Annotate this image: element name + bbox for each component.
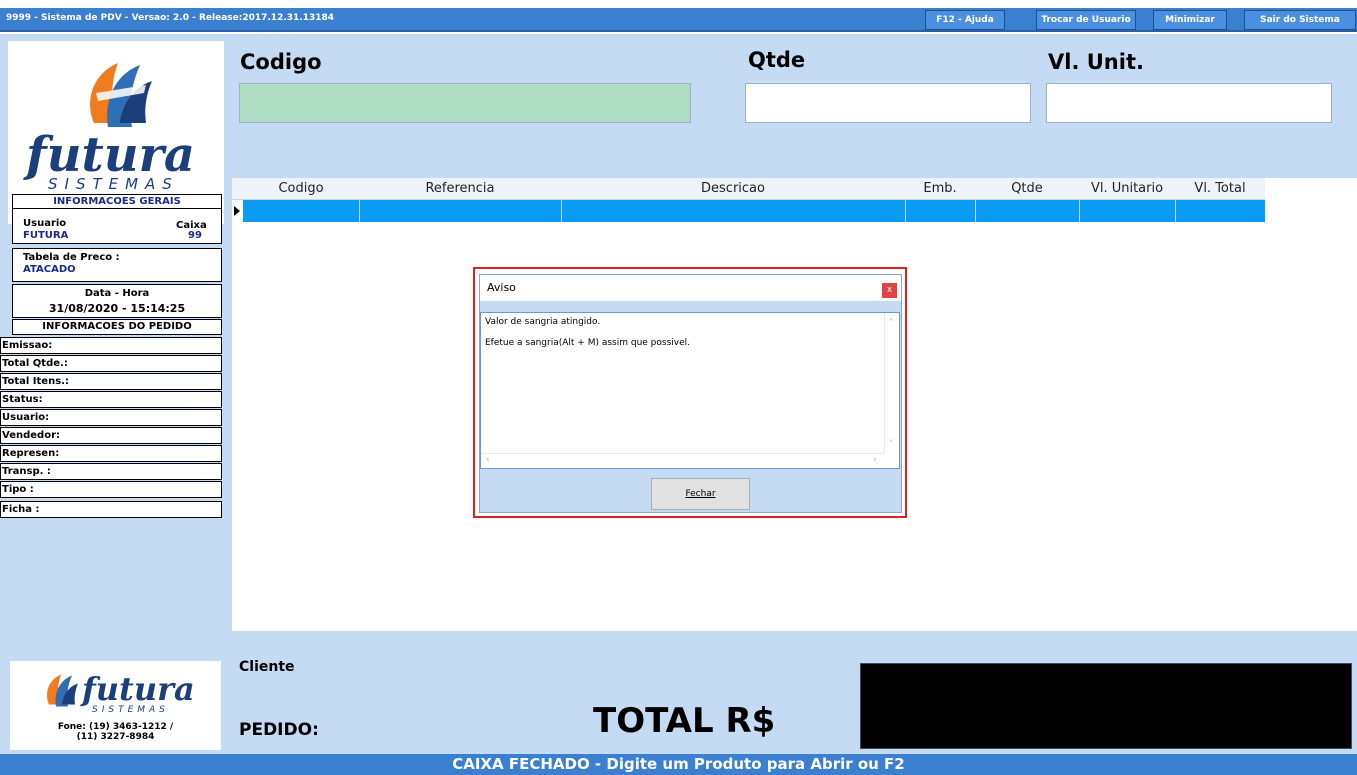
vl-unit-input[interactable] — [1046, 83, 1332, 123]
scroll-down-icon[interactable]: ˅ — [889, 439, 893, 448]
col-descricao[interactable]: Descricao — [561, 178, 905, 200]
qtde-input[interactable] — [745, 83, 1031, 123]
datetime-box: Data - Hora 31/08/2020 - 15:14:25 — [12, 284, 222, 318]
total-itens-row: Total Itens.: — [0, 373, 222, 390]
dialog-title: Aviso — [480, 275, 901, 301]
col-vl-unitario[interactable]: Vl. Unitario — [1079, 178, 1175, 200]
small-logo-brand: futura — [82, 670, 195, 708]
logo-sub: SISTEMAS — [48, 175, 179, 193]
price-table-value: ATACADO — [23, 264, 76, 275]
pedido-label: PEDIDO: — [239, 720, 319, 740]
general-info-box: INFORMACOES GERAIS Usuario FUTURA Caixa … — [12, 194, 222, 244]
usuario-row: Usuario: — [0, 409, 222, 426]
price-table-box: Tabela de Preco : ATACADO — [12, 248, 222, 282]
close-icon[interactable]: x — [882, 283, 897, 298]
window-title: 9999 - Sistema de PDV - Versao: 2.0 - Re… — [6, 13, 335, 23]
futura-logo-icon — [90, 63, 152, 127]
dialog-message-box: Valor de sangria atingido. Efetue a sang… — [480, 312, 900, 469]
product-entry-header: Codigo Qtde Vl. Unit. — [232, 34, 1357, 178]
switch-user-button[interactable]: Trocar de Usuario — [1036, 10, 1136, 30]
codigo-label: Codigo — [240, 50, 322, 74]
represen-row: Represen: — [0, 445, 222, 462]
col-referencia[interactable]: Referencia — [359, 178, 561, 200]
ficha-row: Ficha : — [0, 501, 222, 518]
cliente-label: Cliente — [239, 659, 295, 675]
horizontal-scrollbar[interactable]: ‹ › — [481, 453, 884, 468]
qtde-label: Qtde — [748, 48, 806, 72]
order-info-title: INFORMACOES DO PEDIDO — [42, 321, 192, 332]
col-codigo[interactable]: Codigo — [243, 178, 359, 200]
datetime-value: 31/08/2020 - 15:14:25 — [48, 302, 186, 315]
total-qtde-row: Total Qtde.: — [0, 355, 222, 372]
left-panel: futura SISTEMAS INFORMACOES GERAIS Usuar… — [0, 34, 232, 754]
tipo-row: Tipo : — [0, 481, 222, 498]
transp-row: Transp. : — [0, 463, 222, 480]
total-display — [860, 663, 1352, 749]
datetime-label: Data - Hora — [84, 288, 150, 299]
close-button[interactable]: Fechar — [651, 478, 750, 510]
small-logo-sub: SISTEMAS — [92, 705, 169, 715]
col-emb[interactable]: Emb. — [905, 178, 975, 200]
status-row: Status: — [0, 391, 222, 408]
order-footer: Cliente PEDIDO: TOTAL R$ — [232, 631, 1357, 754]
warning-dialog: Aviso x Valor de sangria atingido. Efetu… — [479, 274, 902, 513]
minimize-button[interactable]: Minimizar — [1153, 10, 1227, 30]
col-qtde[interactable]: Qtde — [975, 178, 1079, 200]
usuario-label: Usuario — [23, 218, 67, 229]
col-vl-total[interactable]: Vl. Total — [1175, 178, 1265, 200]
order-info-title-box: INFORMACOES DO PEDIDO — [12, 319, 222, 335]
vl-unit-label: Vl. Unit. — [1048, 50, 1144, 74]
close-button-label: Fechar — [685, 489, 716, 499]
phone-line1: Fone: (19) 3463-1212 / — [57, 722, 174, 732]
codigo-input[interactable] — [239, 83, 691, 123]
table-row[interactable] — [243, 200, 1265, 222]
scroll-right-icon[interactable]: › — [873, 455, 877, 465]
exit-button[interactable]: Sair do Sistema — [1244, 10, 1356, 30]
logo-brand: futura — [26, 127, 196, 183]
dialog-line1: Valor de sangria atingido. — [485, 317, 601, 327]
contact-box: futura SISTEMAS Fone: (19) 3463-1212 / (… — [10, 661, 221, 750]
vendedor-row: Vendedor: — [0, 427, 222, 444]
vertical-scrollbar[interactable]: ˄ ˅ — [884, 313, 899, 453]
total-label: TOTAL R$ — [593, 701, 776, 741]
title-bar: 9999 - Sistema de PDV - Versao: 2.0 - Re… — [0, 8, 1357, 32]
scroll-left-icon[interactable]: ‹ — [486, 455, 490, 465]
usuario-value: FUTURA — [23, 230, 69, 241]
caixa-value: 99 — [188, 230, 202, 241]
price-table-label: Tabela de Preco : — [23, 252, 120, 263]
row-pointer-icon — [234, 206, 240, 216]
phone-line2: (11) 3227-8984 — [76, 732, 155, 742]
futura-small-logo-icon — [47, 674, 78, 707]
scroll-up-icon[interactable]: ˄ — [889, 318, 893, 327]
dialog-line2: Efetue a sangria(Alt + M) assim que poss… — [485, 338, 690, 348]
status-bar: CAIXA FECHADO - Digite um Produto para A… — [0, 754, 1357, 775]
emissao-row: Emissao: — [0, 337, 222, 354]
help-button[interactable]: F12 - Ajuda — [925, 10, 1005, 30]
